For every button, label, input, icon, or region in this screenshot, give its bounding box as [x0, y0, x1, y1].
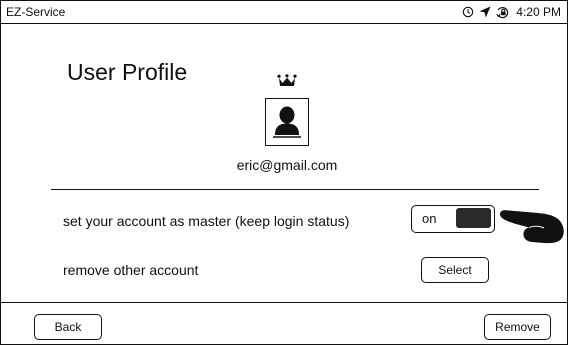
status-icons: 4:20 PM — [462, 5, 567, 19]
remove-account-label: remove other account — [63, 262, 199, 278]
footer-bar: Back Remove — [1, 302, 567, 345]
divider — [51, 189, 539, 190]
clock-time: 4:20 PM — [516, 5, 561, 19]
crown-icon — [277, 74, 297, 93]
master-account-toggle[interactable]: on — [411, 205, 495, 233]
location-arrow-icon — [479, 6, 491, 18]
alarm-icon — [462, 6, 474, 18]
toggle-state-label: on — [422, 211, 437, 226]
rotation-lock-icon — [496, 6, 511, 19]
back-button[interactable]: Back — [34, 314, 102, 340]
page-title: User Profile — [67, 59, 188, 85]
toggle-knob[interactable] — [456, 208, 491, 228]
user-silhouette-icon — [266, 106, 308, 149]
user-email: eric@gmail.com — [236, 157, 338, 173]
hand-pointer-icon — [498, 207, 568, 250]
select-button[interactable]: Select — [421, 257, 489, 283]
status-bar: EZ-Service 4:20 PM — [1, 1, 567, 24]
app-screen: EZ-Service 4:20 PM User Profile eric@gma… — [0, 0, 568, 345]
master-account-label: set your account as master (keep login s… — [63, 213, 350, 229]
avatar — [265, 98, 309, 146]
remove-button[interactable]: Remove — [484, 314, 551, 340]
app-name: EZ-Service — [6, 5, 66, 19]
